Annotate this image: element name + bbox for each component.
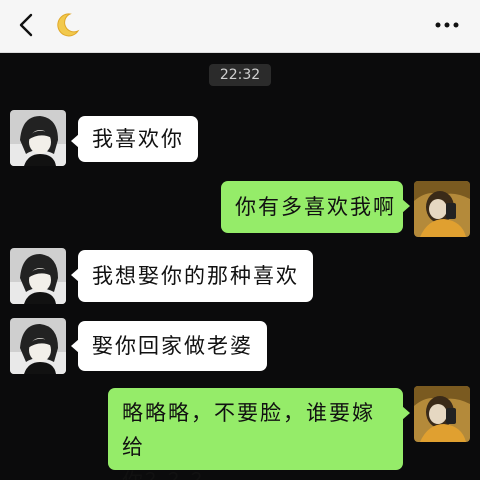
my-avatar[interactable] [414, 386, 470, 442]
message-text: 你有多喜欢我啊 [235, 195, 396, 219]
timestamp-label: 22:32 [209, 64, 271, 86]
my-avatar[interactable] [414, 181, 470, 237]
crescent-moon-icon [52, 10, 82, 40]
chevron-left-icon [19, 13, 33, 37]
back-button[interactable] [12, 10, 42, 40]
message-bubble-outgoing[interactable]: 你有多喜欢我啊 [221, 181, 410, 233]
more-options-button[interactable] [432, 10, 462, 40]
message-text-line: 略略略，不要脸，谁要嫁给 [122, 401, 375, 459]
message-bubble-incoming[interactable]: 娶你回家做老婆 [71, 321, 267, 371]
message-bubble-outgoing[interactable]: 略略略，不要脸，谁要嫁给 你？？？ [108, 388, 410, 480]
message-bubble-incoming[interactable]: 我喜欢你 [71, 116, 198, 162]
message-bubble-incoming[interactable]: 我想娶你的那种喜欢 [71, 250, 313, 302]
contact-avatar[interactable] [10, 248, 66, 304]
contact-avatar[interactable] [10, 318, 66, 374]
ellipsis-icon [435, 22, 459, 28]
message-text: 我喜欢你 [92, 127, 184, 151]
message-text-line: 你？？？ [122, 464, 389, 480]
chat-header [0, 0, 480, 53]
message-text: 我想娶你的那种喜欢 [92, 264, 299, 288]
contact-avatar[interactable] [10, 110, 66, 166]
message-text: 娶你回家做老婆 [92, 334, 253, 358]
chat-screen: 22:32 我喜欢你 你有多喜欢我啊 我想娶你的那种喜欢 娶你回家做老婆 略略略… [0, 0, 480, 480]
